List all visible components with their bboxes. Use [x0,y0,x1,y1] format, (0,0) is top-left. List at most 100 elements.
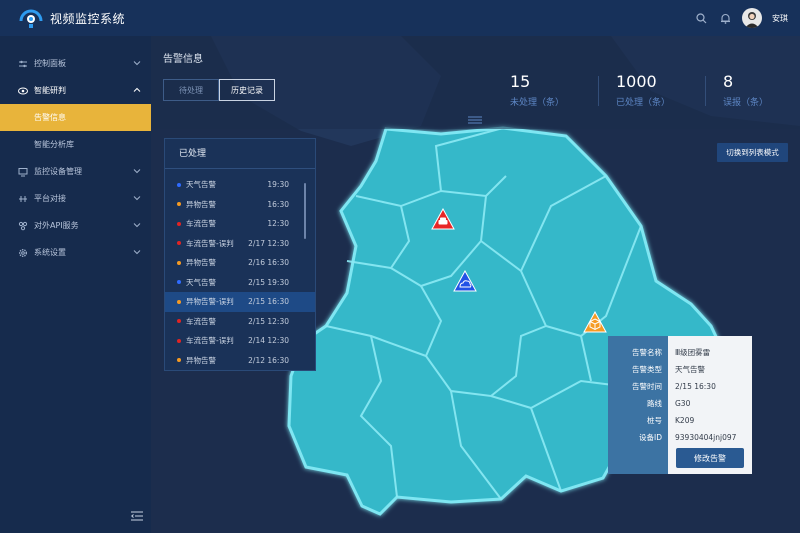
foreign-object-alarm-marker-icon[interactable] [583,310,607,333]
list-item[interactable]: 天气告警 2/15 19:30 [165,273,315,293]
list-title: 已处理 [165,139,315,169]
detail-label: 告警类型 [632,365,662,374]
list-item[interactable]: 天气告警 19:30 [165,175,315,195]
list-item[interactable]: 车流告警 2/15 12:30 [165,312,315,332]
list-item-time: 2/16 16:30 [248,258,289,268]
stat-label: 未处理（条） [510,98,565,108]
list-item-time: 12:30 [267,219,289,229]
list-scrollbar[interactable] [304,183,306,239]
traffic-alarm-marker-icon[interactable] [431,207,455,230]
drag-handle-icon[interactable] [468,116,482,124]
sidebar-item-device-management[interactable]: 监控设备管理 [0,158,151,185]
detail-value: G30 [675,399,691,408]
chevron-down-icon [133,196,141,201]
detail-label: 告警名称 [632,348,662,357]
sidebar-item-intelligence[interactable]: 智能研判 [0,77,151,104]
list-item[interactable]: 异物告警 16:30 [165,195,315,215]
stat-value: 1000 [616,72,657,91]
avatar[interactable] [742,8,762,28]
tab-bar: 待处理 历史记录 [163,79,275,101]
status-dot [177,358,181,363]
list-item-name: 天气告警 [186,277,216,287]
page-title: 告警信息 [163,54,203,65]
main-content: 告警信息 待处理 历史记录 15 未处理（条） 1000 已处理（条） 8 误报… [151,36,800,533]
sidebar-subitem-alarm-info[interactable]: 告警信息 [0,104,151,131]
list-item-time: 2/12 16:30 [248,355,289,365]
list-item[interactable]: 车流告警-误判 2/17 12:30 [165,234,315,254]
detail-label: 告警时间 [632,382,662,391]
stat-label: 误报（条） [723,98,769,108]
status-dot [177,338,181,343]
processed-alarm-list: 已处理 天气告警 19:30 异物告警 16:30 车流告警 12:30 车流告警-误… [164,138,316,371]
status-dot [177,241,181,246]
gear-icon [18,248,28,258]
list-item[interactable]: 车流告警-误判 2/14 12:30 [165,331,315,351]
stat-label: 已处理（条） [616,98,671,108]
list-item-name: 异物告警 [186,258,216,268]
list-item[interactable]: 车流告警 12:30 [165,214,315,234]
list-item-time: 2/15 19:30 [248,277,289,287]
collapse-sidebar-icon[interactable] [131,511,143,521]
detail-value: 93930404jnj097 [675,433,737,442]
page-header: 告警信息 待处理 历史记录 15 未处理（条） 1000 已处理（条） 8 误报… [151,36,800,129]
logo-icon [18,7,44,29]
list-item[interactable]: 异物告警 2/12 16:30 [165,351,315,371]
detail-value: 2/15 16:30 [675,382,716,391]
search-icon[interactable] [694,11,708,25]
detail-value: 天气告警 [675,365,705,374]
bell-icon[interactable] [718,11,732,25]
switch-to-list-button[interactable]: 切换到列表模式 [717,143,788,162]
detail-value: Ⅲ级团雾雷 [675,348,711,357]
detail-values: Ⅲ级团雾雷 天气告警 2/15 16:30 G30 K209 93930404j… [668,336,752,474]
list-item-name: 车流告警 [186,219,216,229]
weather-alarm-marker-icon[interactable] [453,269,477,292]
list-item-selected[interactable]: 异物告警-误判 2/15 16:30 [165,292,315,312]
list-item-time: 16:30 [267,199,289,209]
stat-processed: 1000 已处理（条） [616,72,726,108]
top-bar: 视频监控系统 安琪 [0,0,800,36]
list-item-name: 异物告警-误判 [186,297,234,307]
sidebar-item-platform[interactable]: 平台对接 [0,185,151,212]
sidebar-item-api[interactable]: 对外API服务 [0,212,151,239]
status-dot [177,182,181,187]
status-dot [177,299,181,304]
detail-label: 设备ID [639,433,662,442]
status-dot [177,280,181,285]
stat-value: 8 [723,72,734,91]
edit-alarm-button[interactable]: 修改告警 [676,448,744,468]
list-item-name: 异物告警 [186,355,216,365]
alarm-detail-popup: 告警名称 告警类型 告警时间 路线 桩号 设备ID Ⅲ级团雾雷 天气告警 2/1… [608,336,752,474]
sidebar-item-label: 系统设置 [34,248,66,257]
username[interactable]: 安琪 [772,13,788,24]
status-dot [177,260,181,265]
status-dot [177,202,181,207]
list-item-time: 2/14 12:30 [248,336,289,346]
list-item-name: 车流告警-误判 [186,238,234,248]
link-icon [18,194,28,204]
sidebar: 控制面板 智能研判 告警信息 智能分析库 监控设备管理 平台对接 对外API服务 [0,36,151,533]
status-dot [177,319,181,324]
sidebar-item-label: 对外API服务 [34,221,79,230]
tab-history[interactable]: 历史记录 [219,79,275,101]
detail-label: 桩号 [647,416,662,425]
sidebar-item-dashboard[interactable]: 控制面板 [0,50,151,77]
divider [705,76,706,106]
sidebar-item-label: 控制面板 [34,59,66,68]
eye-icon [18,86,28,96]
sidebar-subitem-analysis-library[interactable]: 智能分析库 [0,131,151,158]
sidebar-item-settings[interactable]: 系统设置 [0,239,151,266]
chevron-up-icon [133,87,141,92]
sidebar-item-label: 平台对接 [34,194,66,203]
list-item-name: 异物告警 [186,199,216,209]
chevron-down-icon [133,61,141,66]
detail-labels: 告警名称 告警类型 告警时间 路线 桩号 设备ID [608,336,668,474]
list-item-name: 天气告警 [186,180,216,190]
list-item-time: 2/17 12:30 [248,238,289,248]
list-item[interactable]: 异物告警 2/16 16:30 [165,253,315,273]
stat-value: 15 [510,72,531,91]
app-title: 视频监控系统 [50,11,126,26]
tab-pending[interactable]: 待处理 [163,79,219,101]
list-item-time: 2/15 12:30 [248,316,289,326]
stat-false-alarm: 8 误报（条） [723,72,800,108]
list-item-time: 2/15 16:30 [248,297,289,307]
